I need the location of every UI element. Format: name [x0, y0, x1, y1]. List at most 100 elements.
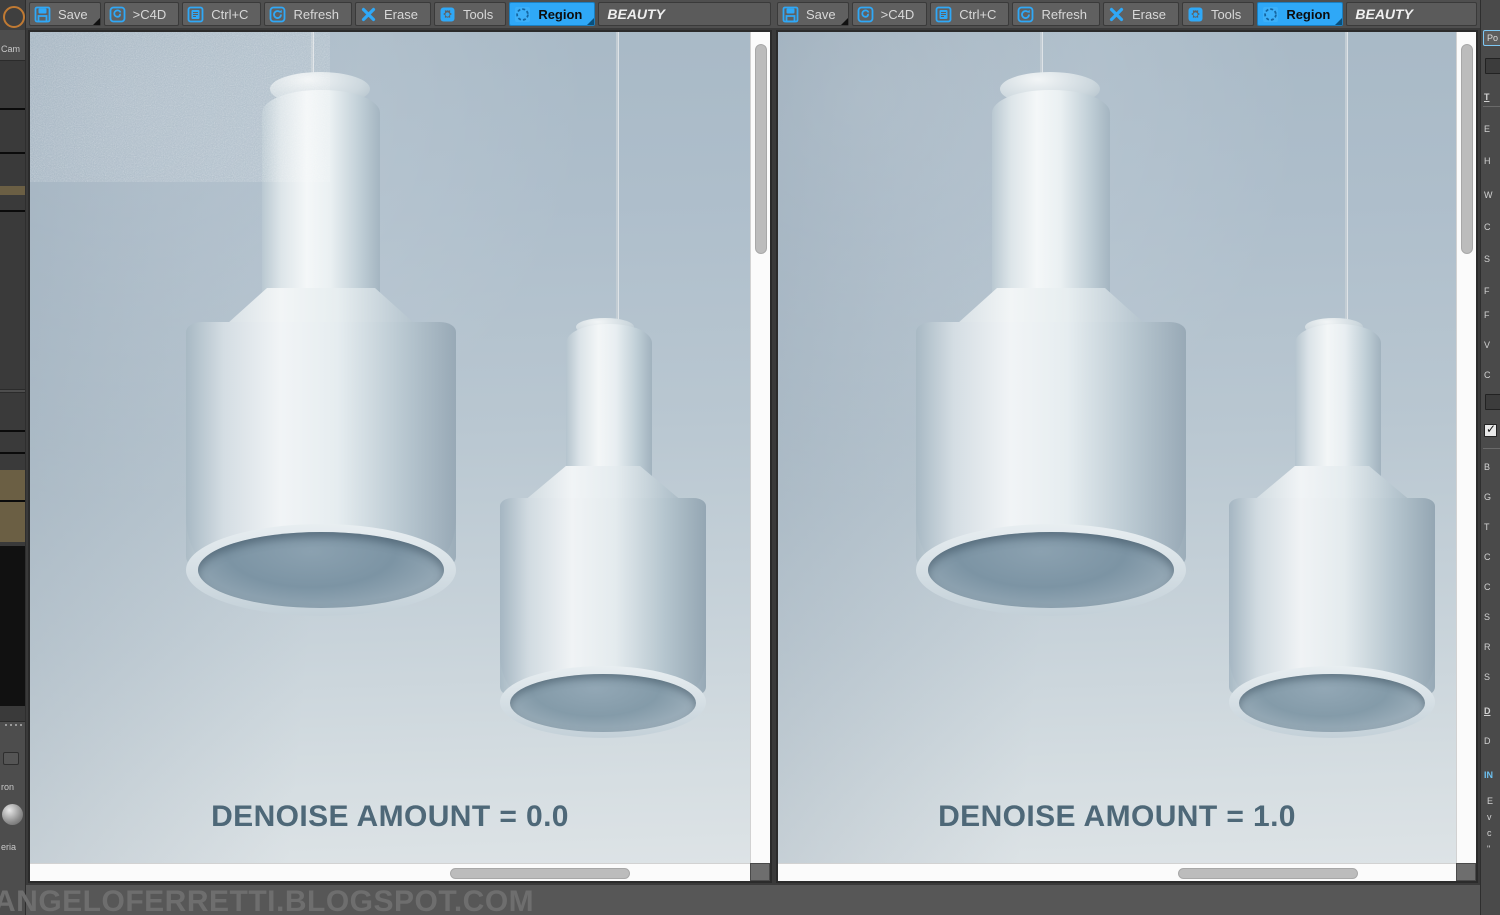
lamp-mouth-small — [1239, 674, 1425, 732]
copy-button[interactable]: Ctrl+C — [182, 2, 262, 26]
vfb-toolbar-right: Save >C4D Ctrl+C Refresh Erase Tools Reg… — [774, 0, 1480, 28]
scrollbar-corner-right — [1456, 863, 1476, 881]
clipboard-icon — [186, 5, 205, 24]
spiral-swirl-icon — [856, 5, 875, 24]
tools-label: Tools — [1210, 6, 1242, 22]
prop-row-12[interactable]: T — [1484, 522, 1500, 532]
floppy-disk-icon — [781, 5, 800, 24]
floppy-disk-icon — [33, 5, 52, 24]
rendered-image-denoise-off: DENOISE AMOUNT = 0.0 — [30, 32, 750, 863]
send-to-c4d-button-right[interactable]: >C4D — [851, 2, 928, 26]
copy-label: Ctrl+C — [211, 6, 249, 22]
prop-row-15[interactable]: S — [1484, 612, 1500, 622]
vertical-scrollbar-right[interactable] — [1456, 32, 1476, 863]
prop-row-8[interactable]: V — [1484, 340, 1500, 350]
erase-label: Erase — [1131, 6, 1166, 22]
prop-row-11[interactable]: G — [1484, 492, 1500, 502]
render-canvas-left[interactable]: DENOISE AMOUNT = 0.0 — [30, 32, 750, 863]
properties-value-field[interactable] — [1485, 394, 1500, 410]
c4d-label-camera: Cam — [1, 44, 21, 54]
vertical-scrollbar-thumb[interactable] — [1461, 44, 1473, 254]
render-channel-selector-right[interactable]: BEAUTY — [1346, 2, 1477, 26]
render-canvas-right[interactable]: DENOISE AMOUNT = 1.0 — [778, 32, 1456, 863]
refresh-button[interactable]: Refresh — [264, 2, 352, 26]
prop-row-13[interactable]: C — [1484, 552, 1500, 562]
save-dropdown-corner[interactable] — [840, 18, 848, 25]
lamp-cord-large — [311, 32, 314, 76]
prop-row-1[interactable]: E — [1484, 124, 1500, 134]
vfb-toolbar-left: Save >C4D Ctrl+C Refresh Erase Tools Reg… — [26, 0, 774, 28]
overlay-label-right: DENOISE AMOUNT = 1.0 — [938, 800, 1296, 833]
region-dropdown-corner[interactable] — [587, 18, 595, 25]
send-to-c4d-button[interactable]: >C4D — [103, 2, 180, 26]
close-x-icon — [359, 5, 378, 24]
region-button-right[interactable]: Region — [1257, 2, 1344, 26]
region-button[interactable]: Region — [509, 2, 596, 26]
prop-row-14[interactable]: C — [1484, 582, 1500, 592]
region-label: Region — [1286, 6, 1331, 22]
prop-row-6[interactable]: F — [1484, 286, 1500, 296]
render-channel-selector[interactable]: BEAUTY — [598, 2, 771, 26]
erase-button[interactable]: Erase — [354, 2, 431, 26]
c4d-spinner-field[interactable] — [3, 752, 19, 765]
lamp-cord-large — [1040, 32, 1043, 76]
prop-row-7[interactable]: F — [1484, 310, 1500, 320]
save-button[interactable]: Save — [29, 2, 101, 26]
tools-button[interactable]: Tools — [433, 2, 507, 26]
tools-button-right[interactable]: Tools — [1181, 2, 1255, 26]
lamp-mouth-small — [510, 674, 696, 732]
properties-checkbox[interactable] — [1484, 422, 1497, 437]
gear-icon — [1186, 5, 1205, 24]
properties-tab[interactable]: Po — [1483, 30, 1500, 46]
vertical-scrollbar-thumb[interactable] — [755, 44, 767, 254]
lamp-cord-small — [616, 32, 619, 320]
render-channel-label: BEAUTY — [607, 6, 665, 22]
c4d-logo-icon[interactable] — [0, 0, 25, 30]
prop-row-5[interactable]: S — [1484, 254, 1500, 264]
render-channel-label: BEAUTY — [1355, 6, 1413, 22]
scrollbar-corner-left — [750, 863, 770, 881]
gear-icon — [438, 5, 457, 24]
prop-row-0: T — [1484, 92, 1490, 102]
copy-button-right[interactable]: Ctrl+C — [930, 2, 1010, 26]
lamp-mouth-large — [928, 532, 1174, 608]
prop-row-20: IN — [1484, 770, 1493, 780]
prop-row-2[interactable]: H — [1484, 156, 1500, 166]
save-button-right[interactable]: Save — [777, 2, 849, 26]
lamp-cord-small — [1345, 32, 1348, 320]
send-to-c4d-label: >C4D — [132, 6, 167, 22]
horizontal-scrollbar-left[interactable] — [30, 863, 750, 881]
c4d-left-strip: Cam ron eria — [0, 0, 26, 915]
c4d-label-material: eria — [1, 842, 17, 852]
prop-row-17[interactable]: S — [1484, 672, 1500, 682]
prop-row-3[interactable]: W — [1484, 190, 1500, 200]
pendant-lamp-small — [1211, 318, 1456, 758]
prop-row-4[interactable]: C — [1484, 222, 1500, 232]
send-to-c4d-label: >C4D — [880, 6, 915, 22]
prop-row-10[interactable]: B — [1484, 462, 1500, 472]
render-viewport-right[interactable]: DENOISE AMOUNT = 1.0 — [774, 28, 1480, 885]
erase-button-right[interactable]: Erase — [1102, 2, 1179, 26]
horizontal-scrollbar-right[interactable] — [778, 863, 1456, 881]
properties-name-field[interactable] — [1485, 58, 1500, 74]
prop-row-19[interactable]: D — [1484, 736, 1500, 746]
region-dropdown-corner[interactable] — [1335, 18, 1343, 25]
render-viewport-left[interactable]: DENOISE AMOUNT = 0.0 — [26, 28, 774, 885]
refresh-button-right[interactable]: Refresh — [1012, 2, 1100, 26]
erase-label: Erase — [383, 6, 418, 22]
c4d-toolbar-dots — [2, 722, 24, 728]
pendant-lamp-large — [890, 72, 1210, 616]
prop-row-9[interactable]: C — [1484, 370, 1500, 380]
horizontal-scrollbar-thumb[interactable] — [1178, 868, 1358, 879]
region-lasso-icon — [513, 5, 532, 24]
copy-label: Ctrl+C — [959, 6, 997, 22]
lamp-mouth-large — [198, 532, 444, 608]
save-dropdown-corner[interactable] — [92, 18, 100, 25]
horizontal-scrollbar-thumb[interactable] — [450, 868, 630, 879]
region-label: Region — [538, 6, 583, 22]
save-label: Save — [58, 6, 88, 22]
prop-row-16[interactable]: R — [1484, 642, 1500, 652]
rendered-image-denoise-on: DENOISE AMOUNT = 1.0 — [778, 32, 1456, 863]
material-preview-sphere[interactable] — [2, 804, 23, 825]
vertical-scrollbar-left[interactable] — [750, 32, 770, 863]
